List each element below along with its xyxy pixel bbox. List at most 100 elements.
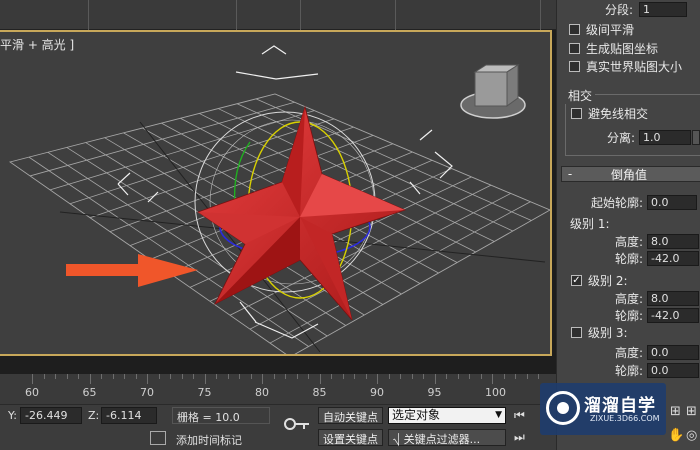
level2-height-label: 高度: [615,291,644,306]
ruler-minor-tick [365,374,367,379]
ruler-minor-tick [66,374,68,379]
level3-height-field[interactable]: 0.0 [647,344,700,360]
ruler-minor-tick [526,374,528,379]
ruler-frame-label: 60 [25,386,39,399]
ruler-minor-tick [135,374,137,379]
ruler-minor-tick [342,374,344,379]
ruler-major-tick [147,374,148,384]
ruler-minor-tick [400,374,401,379]
level3-row[interactable]: 级别 3: [557,323,700,341]
gen-mapping-checkbox[interactable] [569,42,580,54]
ruler-minor-tick [43,374,45,379]
level2-label: 级别 2: [588,273,628,288]
separation-spinner[interactable] [692,129,700,145]
z-coord-field[interactable]: -6.114 [101,407,157,424]
watermark-title: 溜溜自学 [584,396,656,416]
separation-field[interactable]: 1.0 [639,129,692,145]
level1-height-label: 高度: [615,234,644,249]
pointer-arrow [66,254,198,287]
level-smooth-checkbox[interactable] [569,23,580,35]
ruler-frame-label: 95 [427,386,442,399]
time-tag-icon[interactable] [150,431,166,445]
real-world-checkbox[interactable] [569,60,580,72]
ruler-minor-tick [239,374,240,379]
start-outline-field[interactable]: 0.0 [647,194,698,210]
level1-outline-field[interactable]: -42.0 [647,250,700,266]
avoid-intersect-checkbox[interactable] [571,107,582,119]
y-coord-field[interactable]: -26.449 [20,407,82,424]
rollout-collapse-icon[interactable]: - [562,167,578,181]
level2-checkbox[interactable]: ✓ [571,274,582,286]
key-selection-dropdown[interactable]: 选定对象 ▼ [388,407,506,424]
strip-divider [540,0,541,30]
ruler-minor-tick [101,374,102,379]
level3-outline-field[interactable]: 0.0 [647,362,700,378]
ruler-frame-label: 65 [82,386,97,399]
ruler-major-tick [262,374,263,384]
ruler-minor-tick [55,374,56,379]
ruler-minor-tick [446,374,447,379]
avoid-intersect-label: 避免线相交 [588,106,649,121]
viewport-shading-label[interactable]: 平滑 + 高光 ] [0,36,74,53]
level1-row: 级别 1: [557,214,700,232]
level2-outline-field[interactable]: -42.0 [647,307,700,323]
pan-hand-icon[interactable]: ✋ [668,428,684,443]
viewport-scene[interactable] [0,32,552,356]
segments-label: 分段: [605,2,634,17]
level2-outline-label: 轮廓: [615,308,644,323]
ruler-minor-tick [170,374,171,379]
avoid-intersect-row[interactable]: 避免线相交 [557,104,700,122]
strip-divider [88,0,89,30]
zoom-icon[interactable]: ⊞ [670,404,681,419]
ruler-minor-tick [273,374,275,379]
ruler-minor-tick [388,374,390,379]
go-to-start-icon[interactable]: ⏮ [514,408,525,423]
level-smooth-row[interactable]: 级间平滑 [557,20,700,38]
start-outline-row: 起始轮廓: 0.0 [557,193,700,211]
separation-label: 分离: [607,130,636,145]
level1-height-field[interactable]: 8.0 [647,233,700,249]
view-cube[interactable] [460,64,526,119]
next-frame-icon[interactable]: ⏭ [514,430,525,445]
gen-mapping-row[interactable]: 生成贴图坐标 [557,39,700,57]
timeline-ruler[interactable]: 60 65 70 75 80 85 90 95 100 [0,374,556,404]
ruler-frame-label: 100 [485,386,506,399]
key-icon[interactable] [284,417,310,431]
level3-outline-label: 轮廓: [615,363,644,378]
auto-key-button[interactable]: 自动关键点 [318,407,383,424]
key-filters-button[interactable]: ⎷ 关键点过滤器... [388,429,506,446]
level1-outline-row: 轮廓: -42.0 [557,249,700,267]
top-toolbar-strip [0,0,556,30]
zoom-all-icon[interactable]: ⊞ [686,404,697,419]
real-world-row[interactable]: 真实世界贴图大小 [557,57,700,75]
level2-height-field[interactable]: 8.0 [647,290,700,306]
perspective-viewport[interactable]: 平滑 + 高光 ] [0,30,552,356]
level3-checkbox[interactable] [571,326,582,338]
y-coord-label: Y: [8,409,17,422]
real-world-label: 真实世界贴图大小 [586,59,683,74]
separation-row: 分离: 1.0 [557,128,700,146]
set-key-button[interactable]: 设置关键点 [318,429,383,446]
start-outline-label: 起始轮廓: [591,195,644,210]
ruler-minor-tick [124,374,125,379]
level2-outline-row: 轮廓: -42.0 [557,306,700,324]
ruler-minor-tick [515,374,516,379]
bevel-values-rollout[interactable]: - 倒角值 [561,166,700,182]
watermark-url: ZIXUE.3D66.COM [590,414,660,423]
red-star-object[interactable] [197,105,407,321]
gen-mapping-label: 生成贴图坐标 [586,41,659,56]
ruler-minor-tick [411,374,413,379]
ruler-minor-tick [469,374,470,379]
level3-outline-row: 轮廓: 0.0 [557,361,700,379]
orbit-icon[interactable]: ◎ [686,428,697,443]
level2-row[interactable]: ✓ 级别 2: [557,271,700,289]
ruler-minor-tick [354,374,355,379]
strip-divider [300,0,301,30]
level2-height-row: 高度: 8.0 [557,289,700,307]
watermark-badge: 溜溜自学 ZIXUE.3D66.COM [540,383,666,435]
grid-size-readout: 栅格 = 10.0 [172,407,270,424]
add-time-tag-label[interactable]: 添加时间标记 [176,432,242,448]
ruler-minor-tick [285,374,286,379]
segments-field[interactable]: 1 [639,1,688,17]
ruler-minor-tick [158,374,160,379]
